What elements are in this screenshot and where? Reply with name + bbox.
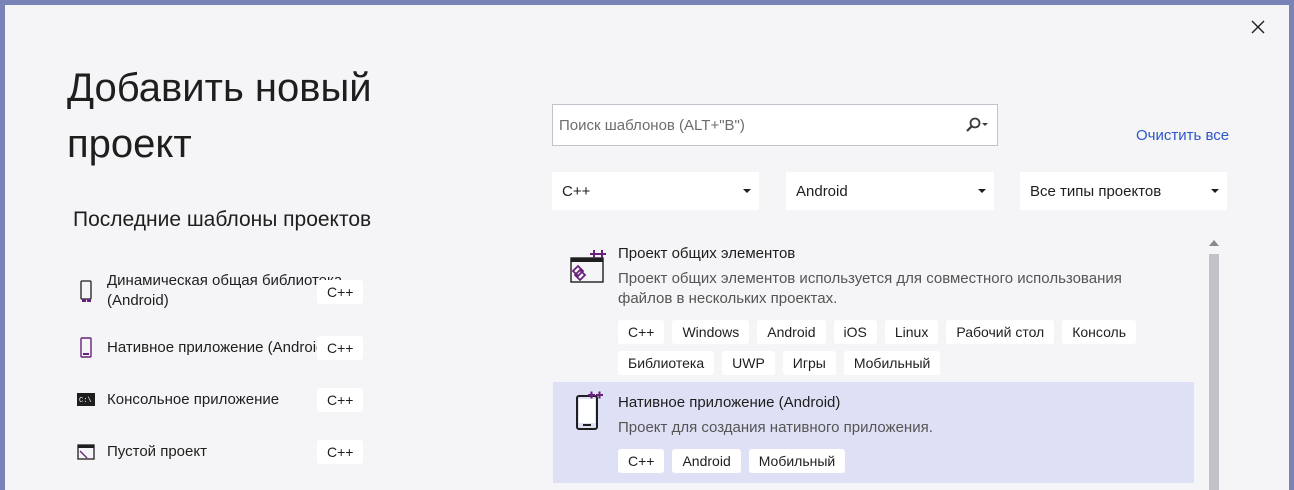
page-title: Добавить новый проект xyxy=(67,66,372,166)
recent-item-lang: C++ xyxy=(317,440,364,464)
language-filter[interactable]: C++ xyxy=(552,172,759,210)
template-list-scrollbar[interactable] xyxy=(1205,234,1223,490)
template-tag: Рабочий стол xyxy=(946,320,1055,344)
search-button[interactable] xyxy=(957,105,997,145)
template-tag: Библиотека xyxy=(618,351,715,375)
scroll-up-arrow-icon[interactable] xyxy=(1209,240,1219,246)
shared-items-icon xyxy=(568,244,608,284)
android-library-icon xyxy=(73,278,99,304)
template-tag: UWP xyxy=(722,351,775,375)
empty-project-icon xyxy=(73,439,99,465)
platform-filter[interactable]: Android xyxy=(786,172,994,210)
template-tag: Мобильный xyxy=(843,351,941,375)
chevron-down-icon xyxy=(743,189,751,193)
template-description: Проект общих элементов используется для … xyxy=(618,270,1122,307)
recent-template-item[interactable]: Нативное приложение (Android) xyxy=(73,335,443,361)
recent-item-lang: C++ xyxy=(317,388,364,412)
template-name: Проект общих элементов xyxy=(618,245,796,262)
template-tag: C++ xyxy=(618,449,665,473)
template-name: Нативное приложение (Android) xyxy=(618,394,841,411)
chevron-down-icon xyxy=(1211,189,1219,193)
template-list-item[interactable]: Проект общих элементов Проект общих элем… xyxy=(553,234,1194,382)
native-android-app-icon xyxy=(568,390,608,430)
template-tag: Консоль xyxy=(1062,320,1137,344)
template-tag: Windows xyxy=(672,320,750,344)
template-tag: Linux xyxy=(884,320,939,344)
template-tag: Мобильный xyxy=(748,449,846,473)
recent-template-item[interactable]: Пустой проект xyxy=(73,439,443,465)
search-icon xyxy=(966,117,988,132)
close-button[interactable] xyxy=(1244,13,1272,41)
project-type-filter[interactable]: Все типы проектов xyxy=(1020,172,1227,210)
template-tag: Игры xyxy=(782,351,836,375)
recent-template-item[interactable]: Динамическая общая библиотека (Android) xyxy=(73,271,443,311)
chevron-down-icon xyxy=(978,189,986,193)
template-search-box xyxy=(552,104,998,146)
recent-template-item[interactable]: C:\ Консольное приложение xyxy=(73,387,443,413)
clear-all-link[interactable]: Очистить все xyxy=(1136,127,1229,144)
template-list-item-selected[interactable]: Нативное приложение (Android) Проект для… xyxy=(553,382,1194,483)
recent-item-lang: C++ xyxy=(317,280,364,304)
recent-item-lang: C++ xyxy=(317,336,364,360)
template-tag: iOS xyxy=(833,320,877,344)
android-app-icon xyxy=(73,335,99,361)
project-type-filter-value: Все типы проектов xyxy=(1030,182,1162,200)
scrollbar-thumb[interactable] xyxy=(1209,254,1219,490)
recent-templates-heading: Последние шаблоны проектов xyxy=(73,208,372,231)
template-tags: C++ Windows Android iOS Linux Рабочий ст… xyxy=(618,320,1178,375)
close-icon xyxy=(1251,20,1265,34)
language-filter-value: C++ xyxy=(562,182,591,200)
template-tags: C++ Android Мобильный xyxy=(618,449,1178,473)
template-tag: C++ xyxy=(618,320,665,344)
template-description: Проект для создания нативного приложения… xyxy=(618,419,933,436)
template-tag: Android xyxy=(757,320,826,344)
search-input[interactable] xyxy=(553,105,957,145)
template-tag: Android xyxy=(672,449,741,473)
svg-text:C:\: C:\ xyxy=(79,397,92,405)
platform-filter-value: Android xyxy=(796,182,848,200)
console-app-icon: C:\ xyxy=(73,387,99,413)
